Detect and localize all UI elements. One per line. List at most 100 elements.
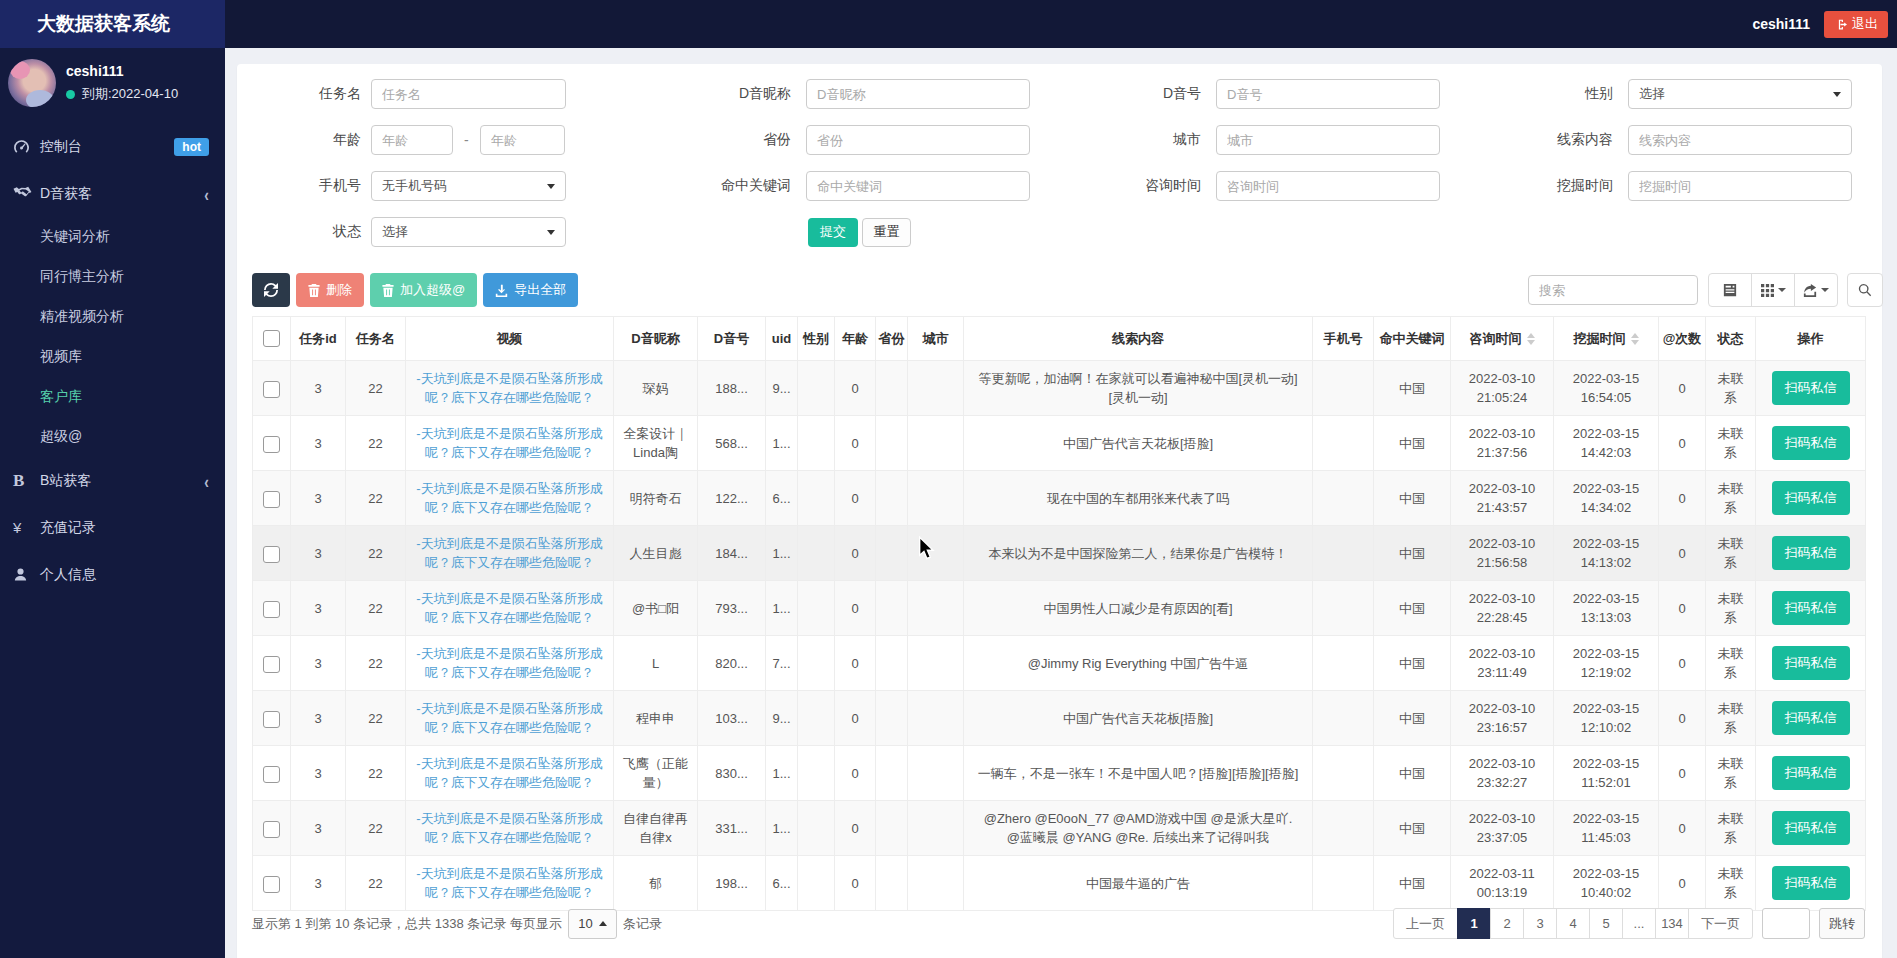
row-checkbox[interactable] [263, 876, 280, 893]
sidebar-item-dashboard[interactable]: 控制台 hot [0, 123, 225, 170]
scan-message-button[interactable]: 扫码私信 [1772, 866, 1850, 900]
city-input[interactable] [1216, 125, 1440, 155]
phone-label: 手机号 [237, 177, 361, 195]
consult-time-input[interactable] [1216, 171, 1440, 201]
sidebar-item-bilibili[interactable]: B B站获客 ‹ [0, 457, 225, 504]
sidebar-item-profile[interactable]: 个人信息 [0, 551, 225, 598]
sidebar-item-keyword-analysis[interactable]: 关键词分析 [0, 217, 225, 257]
row-checkbox[interactable] [263, 711, 280, 728]
phone-select[interactable]: 无手机号码 [371, 171, 566, 201]
status-badge: 未联系 [1706, 526, 1756, 581]
status-badge: 未联系 [1706, 416, 1756, 471]
sidebar-item-recharge[interactable]: ¥ 充值记录 [0, 504, 225, 551]
video-link[interactable]: -天坑到底是不是陨石坠落所形成呢？底下又存在哪些危险呢？ [416, 426, 602, 460]
video-link[interactable]: -天坑到底是不是陨石坠落所形成呢？底下又存在哪些危险呢？ [416, 536, 602, 570]
mine-time-input[interactable] [1628, 171, 1852, 201]
row-checkbox[interactable] [263, 766, 280, 783]
content-input[interactable] [1628, 125, 1852, 155]
page-number-button[interactable]: 5 [1589, 908, 1623, 939]
sidebar-item-dyin[interactable]: D音获客 ‹ [0, 170, 225, 217]
age-max-input[interactable] [480, 125, 565, 155]
row-checkbox[interactable] [263, 491, 280, 508]
scan-message-button[interactable]: 扫码私信 [1772, 701, 1850, 735]
row-checkbox[interactable] [263, 436, 280, 453]
download-icon [495, 284, 508, 297]
page-size-select[interactable]: 10 [568, 909, 617, 939]
row-checkbox[interactable] [263, 656, 280, 673]
col-consult-time[interactable]: 咨询时间 [1451, 317, 1554, 361]
scan-message-button[interactable]: 扫码私信 [1772, 426, 1850, 460]
scan-message-button[interactable]: 扫码私信 [1772, 591, 1850, 625]
video-link[interactable]: -天坑到底是不是陨石坠落所形成呢？底下又存在哪些危险呢？ [416, 756, 602, 790]
sidebar-item-super-at[interactable]: 超级@ [0, 417, 225, 457]
scan-message-button[interactable]: 扫码私信 [1772, 811, 1850, 845]
delete-button[interactable]: 删除 [296, 273, 364, 307]
page-number-button[interactable]: 1 [1457, 908, 1491, 939]
cell-uid: 1... [766, 801, 798, 856]
scan-message-button[interactable]: 扫码私信 [1772, 756, 1850, 790]
sidebar-item-precise-video-analysis[interactable]: 精准视频分析 [0, 297, 225, 337]
dyid-input[interactable] [1216, 79, 1440, 109]
sidebar-item-peer-blogger-analysis[interactable]: 同行博主分析 [0, 257, 225, 297]
columns-button[interactable] [1751, 273, 1795, 307]
search-button[interactable] [1847, 273, 1883, 307]
age-min-input[interactable] [371, 125, 453, 155]
sidebar-item-customer-library[interactable]: 客户库 [0, 377, 225, 417]
page-number-button[interactable]: 2 [1490, 908, 1524, 939]
sidebar-item-video-library[interactable]: 视频库 [0, 337, 225, 377]
scan-message-button[interactable]: 扫码私信 [1772, 646, 1850, 680]
cell-phone [1313, 361, 1374, 416]
col-mine-time[interactable]: 挖掘时间 [1554, 317, 1659, 361]
jump-button[interactable]: 跳转 [1819, 908, 1865, 939]
logout-button[interactable]: 退出 [1824, 11, 1888, 38]
video-link[interactable]: -天坑到底是不是陨石坠落所形成呢？底下又存在哪些危险呢？ [416, 701, 602, 735]
reset-button[interactable]: 重置 [862, 218, 911, 247]
cell-gender [798, 691, 835, 746]
scan-message-button[interactable]: 扫码私信 [1772, 536, 1850, 570]
cell-content: 一辆车，不是一张车！不是中国人吧？[捂脸][捂脸][捂脸] [964, 746, 1313, 801]
cell-content: 中国最牛逼的广告 [964, 856, 1313, 911]
scan-message-button[interactable]: 扫码私信 [1772, 371, 1850, 405]
task-name-input[interactable] [371, 79, 566, 109]
row-checkbox[interactable] [263, 601, 280, 618]
cell-consult-time: 2022-03-10 22:28:45 [1451, 581, 1554, 636]
submit-button[interactable]: 提交 [808, 218, 858, 247]
video-link[interactable]: -天坑到底是不是陨石坠落所形成呢？底下又存在哪些危险呢？ [416, 481, 602, 515]
cell-task-id: 3 [291, 801, 346, 856]
scan-message-button[interactable]: 扫码私信 [1772, 481, 1850, 515]
page-number-button[interactable]: 3 [1523, 908, 1557, 939]
logout-icon [1834, 18, 1847, 31]
video-link[interactable]: -天坑到底是不是陨石坠落所形成呢？底下又存在哪些危险呢？ [416, 811, 602, 845]
page-number-button[interactable]: ... [1622, 908, 1656, 939]
video-link[interactable]: -天坑到底是不是陨石坠落所形成呢？底下又存在哪些危险呢？ [416, 591, 602, 625]
jump-page-input[interactable] [1762, 908, 1810, 939]
table-export-button[interactable] [1794, 273, 1838, 307]
select-all-checkbox[interactable] [263, 330, 280, 347]
gender-select[interactable]: 选择 [1628, 79, 1852, 109]
b-letter-icon: B [13, 471, 36, 491]
row-checkbox[interactable] [263, 546, 280, 563]
export-all-button[interactable]: 导出全部 [483, 273, 578, 307]
refresh-button[interactable] [252, 273, 290, 307]
prev-page-button[interactable]: 上一页 [1393, 908, 1458, 939]
row-checkbox[interactable] [263, 381, 280, 398]
nickname-input[interactable] [806, 79, 1030, 109]
page-number-button[interactable]: 134 [1655, 908, 1689, 939]
detail-view-button[interactable] [1708, 273, 1752, 307]
table-search-input[interactable] [1528, 275, 1698, 305]
next-page-button[interactable]: 下一页 [1688, 908, 1753, 939]
video-link[interactable]: -天坑到底是不是陨石坠落所形成呢？底下又存在哪些危险呢？ [416, 646, 602, 680]
cell-nickname: 自律自律再自律x [614, 801, 698, 856]
row-checkbox[interactable] [263, 821, 280, 838]
video-link[interactable]: -天坑到底是不是陨石坠落所形成呢？底下又存在哪些危险呢？ [416, 866, 602, 900]
cell-at-count: 0 [1659, 801, 1706, 856]
cell-task-name: 22 [346, 636, 406, 691]
province-input[interactable] [806, 125, 1030, 155]
cell-dyid: 122... [698, 471, 766, 526]
add-super-at-button[interactable]: 加入超级@ [370, 273, 477, 307]
page-number-button[interactable]: 4 [1556, 908, 1590, 939]
cell-at-count: 0 [1659, 471, 1706, 526]
video-link[interactable]: -天坑到底是不是陨石坠落所形成呢？底下又存在哪些危险呢？ [416, 371, 602, 405]
status-select[interactable]: 选择 [371, 217, 566, 247]
keyword-input[interactable] [806, 171, 1030, 201]
